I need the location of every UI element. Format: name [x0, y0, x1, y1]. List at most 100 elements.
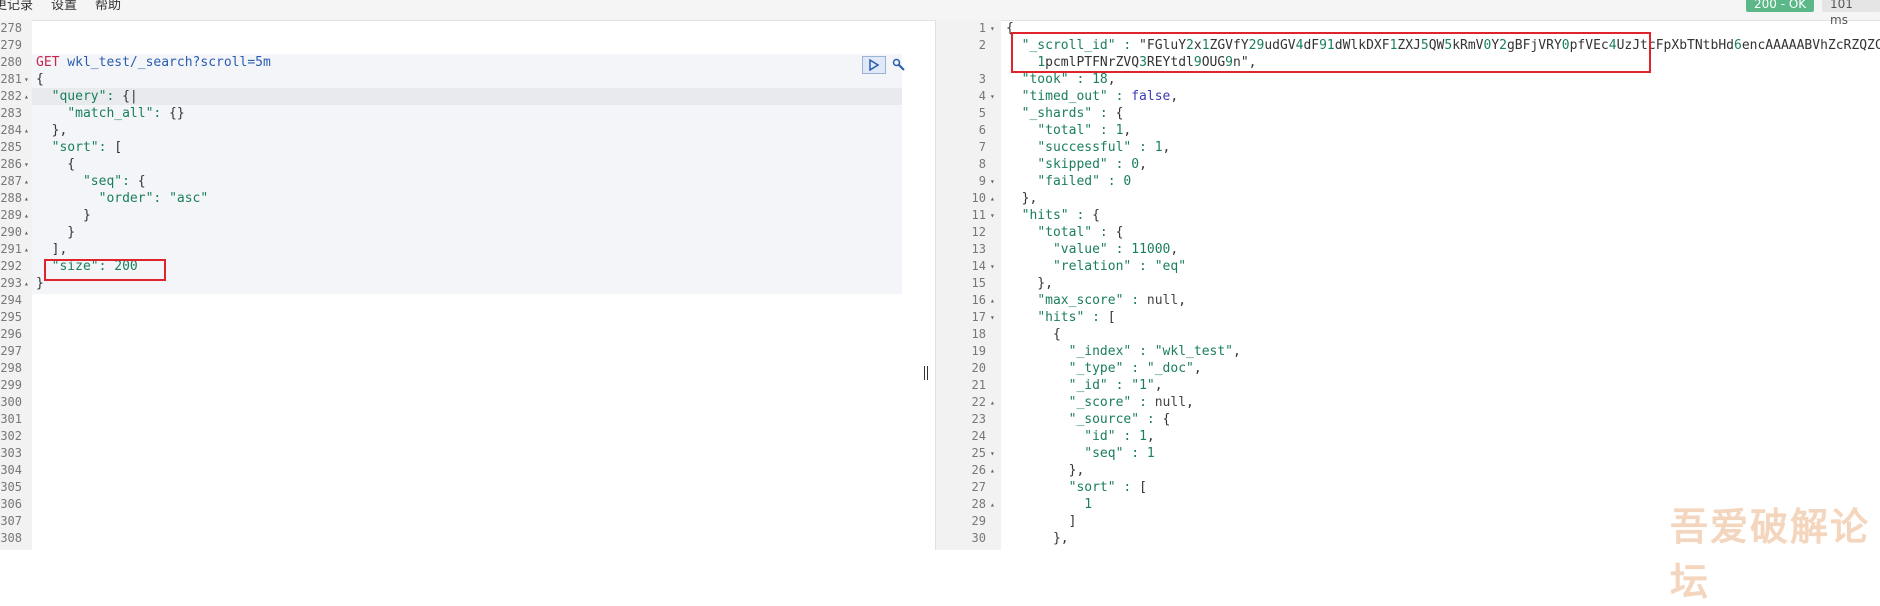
code-text: "_type" : "_doc",	[1068, 361, 1202, 376]
response-viewer[interactable]: 1 ▾{2 "_scroll_id" : "FGluY2x1ZGVfY29udGV…	[935, 20, 1880, 550]
fold-toggle-icon[interactable]: ▴	[24, 207, 29, 224]
line-number: 21	[971, 378, 986, 392]
response-line: 3 "took" : 18,	[936, 71, 1880, 88]
line-number: 281	[0, 72, 22, 86]
fold-toggle-icon[interactable]: ▾	[990, 88, 995, 105]
code-text: {	[36, 157, 76, 172]
request-line: 300	[0, 394, 935, 411]
response-time-badge: 101 ms	[1822, 0, 1880, 27]
request-line: 288 ▴ "order": "asc"	[0, 190, 935, 207]
response-line: 15 },	[936, 275, 1880, 292]
status-badge: 200 - OK	[1746, 0, 1815, 12]
response-line: 8 "skipped" : 0,	[936, 156, 1880, 173]
fold-toggle-icon[interactable]: ▴	[24, 122, 29, 139]
line-number: 286	[0, 157, 22, 171]
settings-wrench-button[interactable]	[890, 56, 908, 74]
line-number: 282	[0, 89, 22, 103]
line-number: 294	[0, 293, 22, 307]
request-line: 302	[0, 428, 935, 445]
fold-toggle-icon[interactable]: ▾	[990, 20, 995, 37]
menu-item-settings[interactable]: 设置	[51, 0, 77, 13]
scroll-id-highlight-box	[1011, 32, 1651, 73]
code-text: "_index" : "wkl_test",	[1068, 344, 1241, 359]
request-line: 285 "sort": [	[0, 139, 935, 156]
menu-item-help[interactable]: 帮助	[95, 0, 121, 13]
response-line: 27 "sort" : [	[936, 479, 1880, 496]
fold-toggle-icon[interactable]: ▾	[990, 445, 995, 462]
fold-toggle-icon[interactable]: ▴	[24, 88, 29, 105]
code-text: "relation" : "eq"	[1052, 259, 1187, 274]
fold-toggle-icon[interactable]: ▾	[990, 258, 995, 275]
fold-toggle-icon[interactable]: ▴	[990, 462, 995, 479]
code-text: {	[1006, 327, 1061, 342]
line-number: 301	[0, 412, 22, 426]
line-number: 302	[0, 429, 22, 443]
line-number: 17	[971, 310, 986, 324]
fold-toggle-icon[interactable]: ▴	[990, 394, 995, 411]
request-actions	[862, 56, 908, 74]
fold-toggle-icon[interactable]: ▴	[24, 190, 29, 207]
code-text: "sort" : [	[1068, 480, 1147, 495]
code-text: },	[1006, 191, 1038, 206]
panel-splitter[interactable]	[924, 366, 930, 380]
response-line: 7 "successful" : 1,	[936, 139, 1880, 156]
line-number: 307	[0, 514, 22, 528]
code-text: "took" : 18,	[1021, 72, 1116, 87]
request-line: 296	[0, 326, 935, 343]
request-line: 307	[0, 513, 935, 530]
line-number: 292	[0, 259, 22, 273]
line-number: 19	[971, 344, 986, 358]
fold-toggle-icon[interactable]: ▴	[24, 224, 29, 241]
top-menu-bar: 更记录 设置 帮助 200 - OK 101 ms	[0, 0, 1880, 27]
line-number: 7	[978, 140, 986, 154]
request-line: 287 ▴ "seq": {	[0, 173, 935, 190]
line-number: 8	[978, 157, 986, 171]
request-line: 289 ▴ }	[0, 207, 935, 224]
line-number: 5	[978, 106, 986, 120]
line-number: 308	[0, 531, 22, 545]
menu-item-history[interactable]: 更记录	[0, 0, 33, 13]
response-line: 5 "_shards" : {	[936, 105, 1880, 122]
line-number: 303	[0, 446, 22, 460]
fold-toggle-icon[interactable]: ▾	[990, 309, 995, 326]
response-line: 16 ▴ "max_score" : null,	[936, 292, 1880, 309]
code-text: "seq" : 1	[1084, 446, 1155, 461]
request-line: 290 ▴ }	[0, 224, 935, 241]
request-editor[interactable]: 278 279 280 GET wkl_test/_search?scroll=5m 2…	[0, 20, 935, 550]
send-request-button[interactable]	[862, 56, 886, 74]
fold-toggle-icon[interactable]: ▴	[990, 496, 995, 513]
line-number: 13	[971, 242, 986, 256]
code-text: "seq": {	[82, 174, 146, 189]
fold-toggle-icon[interactable]: ▴	[990, 190, 995, 207]
code-text: "timed_out" : false,	[1021, 89, 1179, 104]
code-text: }	[36, 225, 76, 240]
fold-toggle-icon[interactable]: ▾	[990, 207, 995, 224]
code-text: ],	[36, 242, 68, 257]
line-number: 26	[971, 463, 986, 477]
code-text: ]	[1006, 514, 1077, 529]
line-number: 287	[0, 174, 22, 188]
request-line: 297	[0, 343, 935, 360]
code-text: "sort": [	[51, 140, 123, 155]
request-line: 284 ▴ },	[0, 122, 935, 139]
request-line: 280 GET wkl_test/_search?scroll=5m	[0, 54, 935, 71]
fold-toggle-icon[interactable]: ▾	[24, 71, 29, 88]
fold-toggle-icon[interactable]: ▴	[990, 292, 995, 309]
code-text: }	[36, 276, 44, 291]
code-text: "query": {|	[51, 89, 138, 104]
line-number: 280	[0, 55, 22, 69]
code-text: "total" : 1,	[1037, 123, 1132, 138]
response-line: 10 ▴ },	[936, 190, 1880, 207]
line-number: 11	[971, 208, 986, 222]
code-text: "value" : 11000,	[1052, 242, 1179, 257]
fold-toggle-icon[interactable]: ▴	[24, 275, 29, 292]
fold-toggle-icon[interactable]: ▾	[24, 156, 29, 173]
code-text: 1	[1084, 497, 1093, 512]
request-line: 306	[0, 496, 935, 513]
line-number: 22	[971, 395, 986, 409]
response-line: 11 ▾ "hits" : {	[936, 207, 1880, 224]
fold-toggle-icon[interactable]: ▾	[990, 173, 995, 190]
code-text: "order": "asc"	[98, 191, 209, 206]
fold-toggle-icon[interactable]: ▴	[24, 241, 29, 258]
fold-toggle-icon[interactable]: ▴	[24, 173, 29, 190]
